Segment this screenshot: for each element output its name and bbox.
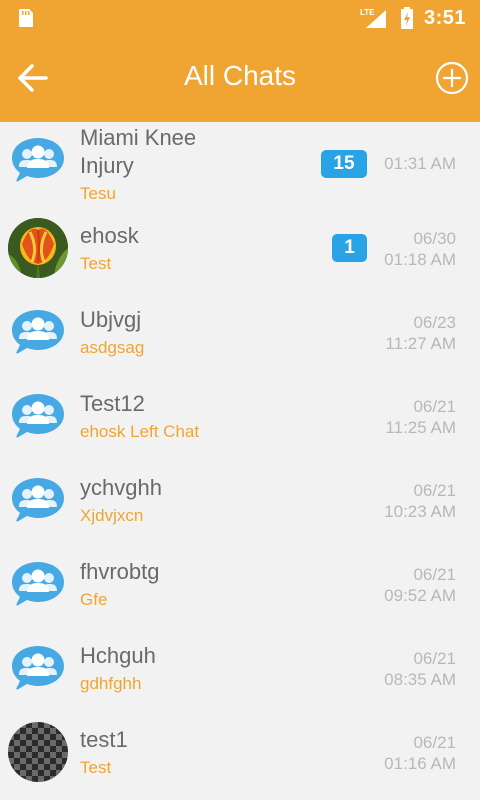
chat-last-message: asdgsag (80, 338, 145, 357)
checkerboard-photo (8, 722, 68, 782)
chat-date: 06/21 (413, 397, 456, 416)
group-chat-icon (8, 638, 68, 698)
chat-timestamp: 06/21 09:52 AM (384, 564, 456, 606)
chat-name: Ubjvgj (80, 307, 142, 332)
unread-badge: 15 (321, 150, 367, 178)
chat-timestamp: 06/21 10:23 AM (384, 480, 456, 522)
chat-list: Miami Knee Injury Tesu 15 01:31 AM ehosk… (0, 122, 480, 796)
chat-timestamp: 06/21 11:25 AM (385, 396, 456, 438)
chat-name-line-1: Miami Knee (80, 125, 197, 150)
status-bar: LTE 3:51 (0, 0, 480, 36)
chat-row[interactable]: Test12 ehosk Left Chat 06/21 11:25 AM (0, 376, 480, 460)
chat-name: Miami Knee Injury (80, 124, 196, 180)
chat-time: 10:23 AM (384, 502, 456, 521)
chat-name-line-2: Injury (80, 153, 134, 178)
chat-time: 11:25 AM (385, 418, 456, 437)
status-time: 3:51 (423, 6, 466, 29)
chat-date: 06/21 (413, 481, 456, 500)
chat-row[interactable]: ychvghh Xjdvjxcn 06/21 10:23 AM (0, 460, 480, 544)
chat-date: 06/30 (413, 229, 456, 248)
chat-time: 09:52 AM (384, 586, 456, 605)
page-title: All Chats (183, 60, 297, 91)
chat-time: 08:35 AM (384, 670, 456, 689)
group-chat-icon (8, 130, 68, 190)
group-chat-icon (8, 302, 68, 362)
chat-last-message: Gfe (80, 590, 108, 609)
group-chat-icon (8, 554, 68, 614)
chat-last-message: ehosk Left Chat (80, 422, 200, 441)
chat-name: Test12 (80, 391, 145, 416)
chat-name: ychvghh (80, 475, 162, 500)
chat-row[interactable]: test1 Test 06/21 01:16 AM (0, 712, 480, 796)
unread-badge: 1 (332, 234, 367, 262)
tulip-photo (8, 218, 68, 278)
group-chat-icon (8, 470, 68, 530)
chat-time: 11:27 AM (385, 334, 456, 353)
chat-timestamp: 06/30 01:18 AM (384, 228, 456, 270)
chat-date: 06/21 (413, 649, 456, 668)
chat-row[interactable]: fhvrobtg Gfe 06/21 09:52 AM (0, 544, 480, 628)
chat-last-message: Xjdvjxcn (80, 506, 144, 525)
chat-date: 06/21 (413, 733, 456, 752)
group-chat-icon (8, 386, 68, 446)
chat-timestamp: 06/23 11:27 AM (385, 312, 456, 354)
chat-name: Hchguh (80, 643, 156, 668)
chat-row[interactable]: ehosk Test 1 06/30 01:18 AM (0, 208, 480, 292)
app-bar: All Chats (0, 36, 480, 122)
chat-last-message: Test (80, 254, 112, 273)
chat-row[interactable]: Hchguh gdhfghh 06/21 08:35 AM (0, 628, 480, 712)
chat-last-message: gdhfghh (80, 674, 142, 693)
chat-name: ehosk (80, 223, 139, 248)
chat-timestamp: 06/21 08:35 AM (384, 648, 456, 690)
chat-date: 06/23 (413, 313, 456, 332)
battery-charging-icon (400, 7, 413, 29)
chat-row[interactable]: Miami Knee Injury Tesu 15 01:31 AM (0, 122, 480, 208)
plus-circle-icon (435, 61, 469, 95)
sd-card-icon (19, 9, 33, 27)
chat-timestamp: 06/21 01:16 AM (384, 732, 456, 774)
network-type-label: LTE (360, 8, 375, 17)
chat-time: 01:18 AM (384, 250, 456, 269)
chat-name: fhvrobtg (80, 559, 160, 584)
chat-name: test1 (80, 727, 128, 752)
chat-time: 01:16 AM (384, 754, 456, 773)
chat-row[interactable]: Ubjvgj asdgsag 06/23 11:27 AM (0, 292, 480, 376)
chat-last-message: Test (80, 758, 112, 777)
chat-last-message: Tesu (80, 184, 116, 203)
chat-time: 01:31 AM (384, 154, 456, 173)
lte-signal-icon: LTE (360, 8, 386, 28)
chat-date: 06/21 (413, 565, 456, 584)
new-chat-button[interactable] (434, 60, 470, 96)
